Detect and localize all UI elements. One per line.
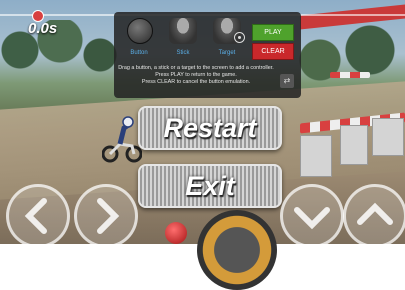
brake-button[interactable] xyxy=(280,184,344,248)
concrete-block xyxy=(372,118,404,156)
tool-label: Button xyxy=(130,50,148,56)
button-icon xyxy=(127,18,153,44)
clear-button[interactable]: CLEAR xyxy=(252,43,294,60)
chevron-up-icon xyxy=(357,202,393,225)
instruction-line: Press PLAY to return to the game. xyxy=(155,71,237,78)
chevron-right-icon xyxy=(97,198,120,234)
race-timer: 0.0s xyxy=(28,20,58,37)
concrete-block xyxy=(300,135,332,177)
instructions-text: Drag a button, a stick or a target to th… xyxy=(116,65,276,85)
tool-label: Stick xyxy=(176,50,190,56)
stick-icon xyxy=(169,18,197,44)
target-icon xyxy=(234,32,245,43)
concrete-block xyxy=(340,125,368,165)
restart-label: Restart xyxy=(163,113,257,143)
add-stick-tool[interactable]: Stick xyxy=(162,16,204,56)
exit-label: Exit xyxy=(185,171,235,201)
add-button-tool[interactable]: Button xyxy=(118,16,160,56)
play-button[interactable]: PLAY xyxy=(252,24,294,41)
exit-button[interactable]: Exit xyxy=(138,164,282,208)
speedometer-gauge xyxy=(197,210,277,290)
instruction-line: Press CLEAR to cancel the button emulati… xyxy=(141,78,251,85)
instruction-line: Drag a button, a stick or a target to th… xyxy=(118,65,274,71)
chevron-down-icon xyxy=(294,207,330,230)
steer-right-button[interactable] xyxy=(74,184,138,248)
tool-label: Target xyxy=(218,50,236,56)
controller-editor-panel: Button Stick Target PLAY CLEAR Drag a bu… xyxy=(114,12,301,98)
swap-icon[interactable]: ⇄ xyxy=(280,74,294,88)
accelerate-button[interactable] xyxy=(343,184,405,248)
add-target-tool[interactable]: Target xyxy=(206,16,248,56)
chevron-left-icon xyxy=(24,198,47,234)
track-barrier xyxy=(330,72,370,78)
restart-button[interactable]: Restart xyxy=(138,106,282,150)
red-action-button[interactable] xyxy=(165,222,187,244)
steer-left-button[interactable] xyxy=(6,184,70,248)
motorbike-rider xyxy=(102,116,142,163)
